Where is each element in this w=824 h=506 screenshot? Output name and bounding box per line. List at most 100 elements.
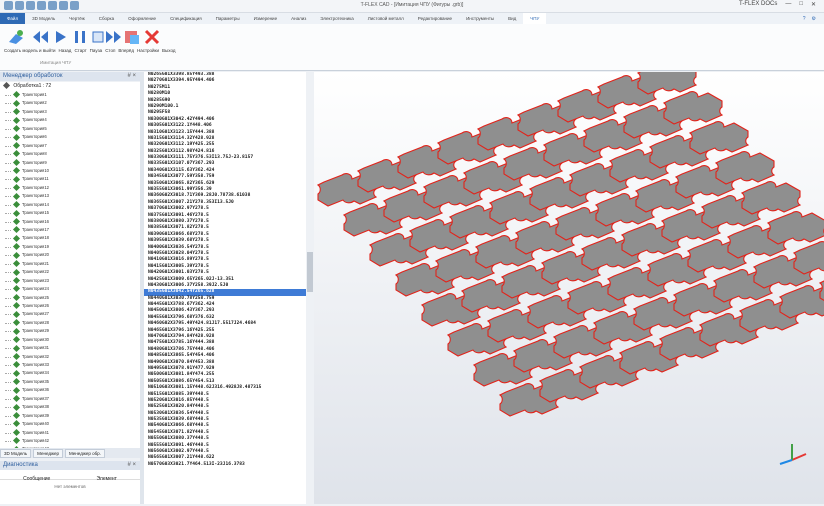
ribbon-tab[interactable]: Параметры [209, 16, 247, 21]
tree-item[interactable]: Траектория41 [0, 428, 140, 437]
pause-icon[interactable] [70, 28, 90, 46]
settings-icon[interactable]: ⚙ [812, 16, 816, 22]
tree-item[interactable]: Траектория14 [0, 201, 140, 209]
diagnostics-pin-icon[interactable]: # × [127, 461, 136, 470]
tree-item[interactable]: Траектория33 [0, 361, 140, 369]
tree-item[interactable]: Траектория22 [0, 268, 140, 276]
tree-item[interactable]: Траектория17 [0, 226, 140, 234]
ribbon-button-label[interactable]: Вперёд [118, 48, 134, 53]
forward-icon[interactable] [104, 28, 124, 46]
ribbon-tab[interactable]: Инструменты [459, 16, 501, 21]
ribbon-tab[interactable]: Файл [0, 13, 26, 24]
tree-item[interactable]: Траектория2 [0, 99, 140, 107]
ribbon-tab[interactable]: Электротехника [313, 16, 360, 21]
ribbon-tab[interactable]: Сборка [92, 16, 121, 21]
tree-item[interactable]: Траектория15 [0, 209, 140, 217]
ribbon-tab[interactable]: Вид [501, 16, 523, 21]
create-model-icon[interactable] [6, 28, 26, 46]
settings-tool-icon[interactable] [122, 28, 142, 46]
tree-item[interactable]: Траектория1 [0, 91, 140, 99]
ribbon-button-label[interactable]: Создать модель и выйти [4, 48, 56, 53]
tree-item[interactable]: Траектория10 [0, 167, 140, 175]
ribbon-tab[interactable]: Редактирование [411, 16, 459, 21]
scroll-thumb[interactable] [307, 252, 313, 292]
ribbon-button-label[interactable]: Выход [162, 48, 175, 53]
tree-item[interactable]: Траектория9 [0, 158, 140, 167]
ribbon-tab[interactable]: Анализ [284, 16, 313, 21]
tree-item[interactable]: Траектория27 [0, 310, 140, 318]
account-label[interactable]: T-FLEX DOCs [739, 1, 777, 8]
ribbon-tab[interactable]: Чертёж [62, 16, 91, 21]
ribbon-tab[interactable]: ЧПУ [523, 13, 547, 24]
tree-item[interactable]: Траектория38 [0, 403, 140, 411]
tree-item[interactable]: Траектория35 [0, 378, 140, 386]
tree-item[interactable]: Траектория13 [0, 192, 140, 200]
tree-item[interactable]: Траектория24 [0, 285, 140, 293]
tree-item[interactable]: Траектория16 [0, 217, 140, 226]
ribbon-button-label[interactable]: Пауза [90, 48, 103, 53]
tree-root[interactable]: Обработка1 : 72 [0, 82, 140, 91]
tree-item-label: Траектория24 [22, 286, 49, 292]
tree-item[interactable]: Траектория23 [0, 276, 140, 285]
ribbon-tab[interactable]: 3D Модель [25, 16, 62, 21]
ribbon-button-label[interactable]: Назад [59, 48, 72, 53]
back-icon[interactable] [30, 28, 50, 46]
trajectory-icon [12, 184, 21, 192]
tree-item[interactable]: Траектория4 [0, 116, 140, 124]
tree-item[interactable]: Траектория31 [0, 344, 140, 352]
operations-tree[interactable]: Обработка1 : 72 Траектория1 Траектория2 Тр… [0, 82, 141, 448]
tree-item[interactable]: Траектория25 [0, 293, 140, 302]
3d-viewport[interactable] [314, 61, 824, 504]
tree-item[interactable]: Траектория36 [0, 386, 140, 394]
tree-item[interactable]: Траектория26 [0, 302, 140, 310]
tree-item[interactable]: Траектория11 [0, 175, 140, 183]
tree-item[interactable]: Траектория29 [0, 327, 140, 335]
ribbon-tab[interactable]: Листовой металл [361, 16, 411, 21]
tree-item[interactable]: Траектория40 [0, 420, 140, 428]
gcode-listing[interactable]: N0265G01X3398.85Y493.388 N0270G01X3394.95… [144, 72, 307, 504]
code-scrollbar[interactable] [306, 72, 314, 504]
tree-bottom-tab[interactable]: Менеджер [33, 448, 63, 458]
tree-item[interactable]: Траектория42 [0, 437, 140, 445]
ribbon-tab[interactable]: Оформление [121, 16, 163, 21]
minimize-icon[interactable]: — [785, 1, 791, 8]
ribbon-right-tools: ? ⚙ [803, 13, 816, 24]
tree-item[interactable]: Траектория37 [0, 395, 140, 403]
maximize-icon[interactable]: □ [799, 1, 803, 8]
ribbon-button-label[interactable]: Настройки [137, 48, 159, 53]
trajectory-icon [12, 243, 21, 251]
ribbon-button-label[interactable]: Стоп [105, 48, 115, 53]
tree-item[interactable]: Траектория12 [0, 184, 140, 192]
tree-item[interactable]: Траектория6 [0, 133, 140, 141]
gcode-line[interactable]: N0570G03X3021.7Y464.513I-23J16.3783 [144, 462, 306, 468]
tree-item[interactable]: Траектория28 [0, 319, 140, 327]
tree-item[interactable]: Траектория18 [0, 234, 140, 242]
tree-item[interactable]: Траектория32 [0, 352, 140, 361]
exit-icon[interactable] [142, 28, 162, 46]
ribbon-button-label[interactable]: Старт [74, 48, 86, 53]
tree-item[interactable]: Траектория30 [0, 336, 140, 344]
pin-icon[interactable]: # × [127, 72, 136, 81]
trajectory-icon [12, 420, 21, 428]
tree-item[interactable]: Траектория34 [0, 369, 140, 377]
diag-col-message[interactable]: Сообщение [23, 476, 50, 482]
title-bar: T-FLEX CAD - [Имитация ЧПУ (Фигуры .grb)… [0, 0, 824, 13]
ribbon-tab[interactable]: Спецификация [163, 16, 209, 21]
tree-item[interactable]: Траектория5 [0, 125, 140, 133]
tree-item[interactable]: Траектория7 [0, 141, 140, 150]
tree-item[interactable]: Траектория21 [0, 260, 140, 268]
tree-item[interactable]: Траектория39 [0, 411, 140, 420]
tree-bottom-tab[interactable]: 3D Модель [0, 448, 32, 458]
ribbon-tab[interactable]: Измерение [247, 16, 284, 21]
tree-item[interactable]: Траектория3 [0, 108, 140, 116]
tree-item[interactable]: Траектория20 [0, 251, 140, 259]
play-icon[interactable] [50, 28, 70, 46]
diag-col-element[interactable]: Элемент [97, 476, 117, 482]
help-icon[interactable]: ? [803, 16, 806, 22]
close-icon[interactable]: ✕ [811, 1, 816, 8]
tree-bottom-tab[interactable]: Менеджер обр. [65, 448, 105, 458]
tree-item[interactable]: Траектория19 [0, 243, 140, 251]
tree-item-label: Траектория42 [22, 437, 49, 443]
trajectory-icon [12, 201, 21, 209]
tree-item[interactable]: Траектория8 [0, 150, 140, 158]
